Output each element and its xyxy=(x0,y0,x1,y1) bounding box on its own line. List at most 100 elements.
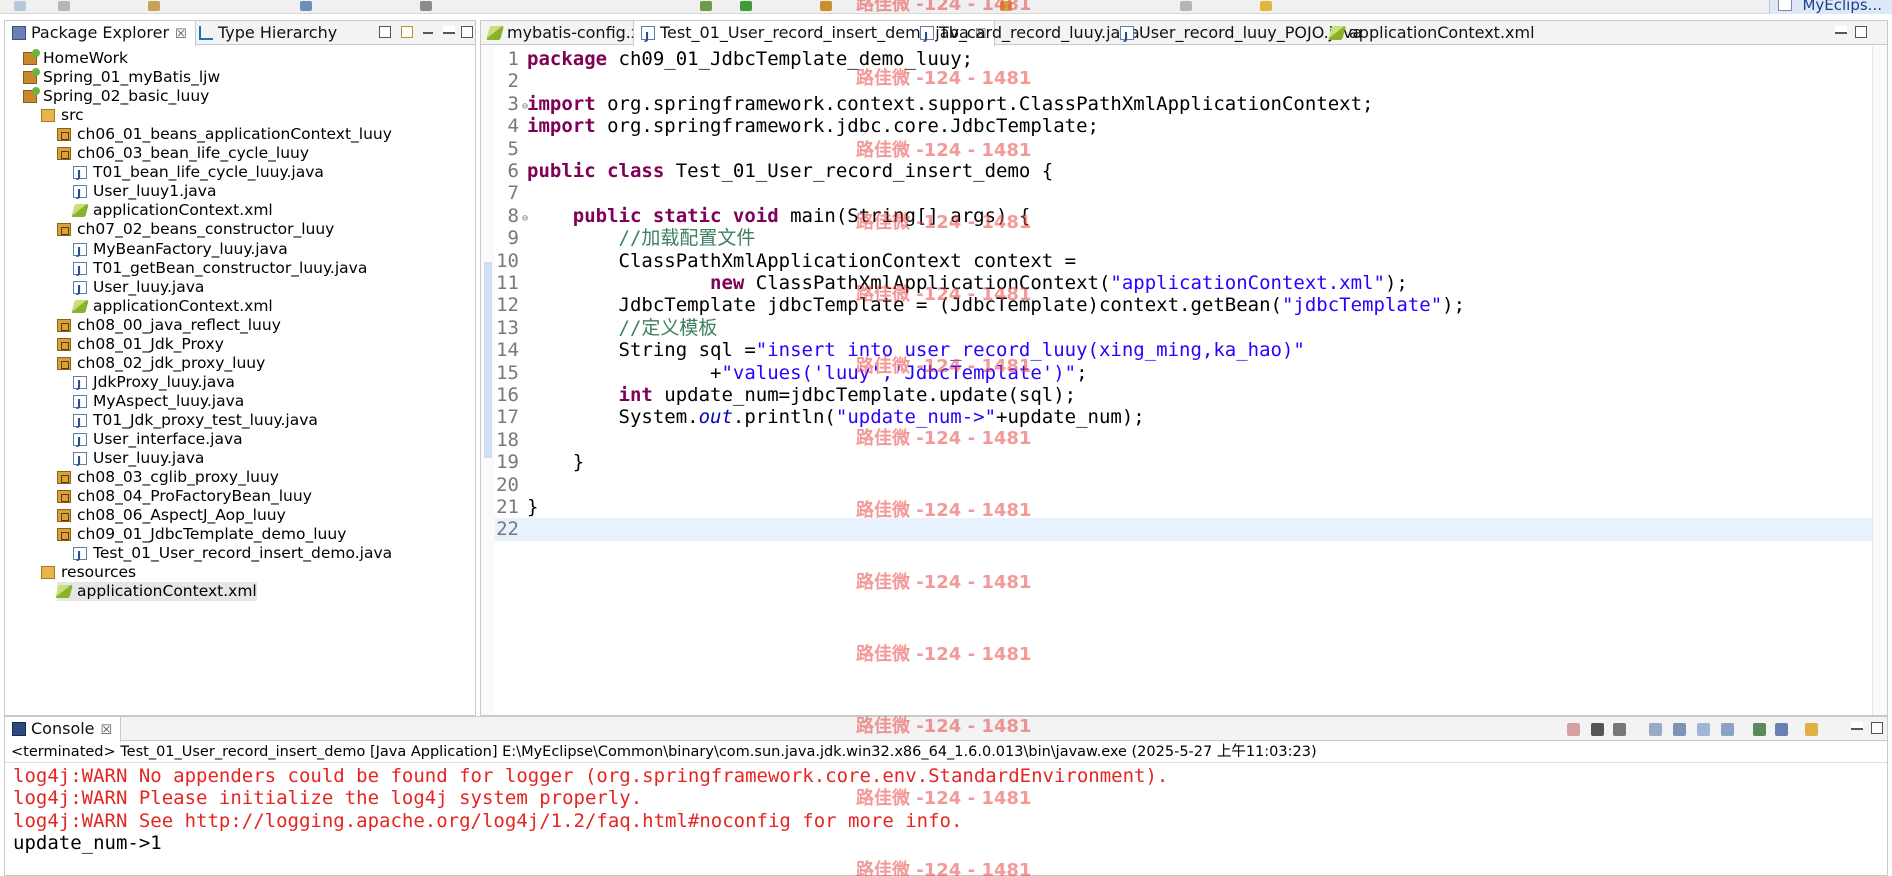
collapse-all-icon[interactable] xyxy=(379,26,391,38)
tree-item[interactable]: ch08_04_ProFactoryBean_luuy xyxy=(57,487,312,506)
code-line[interactable]: 17 System.out.println("update_num->"+upd… xyxy=(495,406,1887,428)
tree-item[interactable]: T01_bean_life_cycle_luuy.java xyxy=(73,163,324,184)
toolbar-icon[interactable] xyxy=(300,1,312,11)
code-token: "insert into user_record_luuy(xing_ming,… xyxy=(755,339,1305,362)
maximize-icon[interactable] xyxy=(461,26,473,38)
tree-item[interactable]: ch08_00_java_reflect_luuy xyxy=(57,316,281,335)
tree-item[interactable]: Spring_02_basic_luuy xyxy=(23,87,209,106)
code-line[interactable]: 8 ⊖ public static void main(String[] args… xyxy=(495,205,1887,227)
tree-item[interactable]: ch06_01_beans_applicationContext_luuy xyxy=(57,125,392,144)
save-icon[interactable] xyxy=(58,1,70,11)
code-line[interactable]: 7 xyxy=(495,182,1887,204)
tree-item[interactable]: JdkProxy_luuy.java xyxy=(73,373,235,394)
code-line[interactable]: 12 JdbcTemplate jdbcTemplate = (JdbcTemp… xyxy=(495,294,1887,316)
code-line[interactable]: 19 } xyxy=(495,451,1887,473)
scroll-lock-icon[interactable] xyxy=(1673,723,1686,736)
code-line[interactable]: 18 xyxy=(495,429,1887,451)
open-console-icon[interactable] xyxy=(1805,723,1818,736)
editor-scrollbar[interactable] xyxy=(1872,46,1887,715)
run-icon[interactable] xyxy=(740,1,752,11)
code-line[interactable]: 3 ⊖ import org.springframework.context.sup… xyxy=(495,93,1887,115)
tree-item[interactable]: applicationContext.xml xyxy=(71,201,273,220)
tab-type-hierarchy[interactable]: Type Hierarchy xyxy=(192,21,345,45)
search-icon[interactable] xyxy=(1000,1,1012,11)
tree-item[interactable]: applicationContext.xml xyxy=(55,582,257,602)
code-editor[interactable]: 1 package ch09_01_JdbcTemplate_demo_luuy;… xyxy=(481,46,1887,715)
tree-item[interactable]: resources xyxy=(41,563,136,582)
tree-item[interactable]: User_luuy.java xyxy=(73,449,204,470)
show-when-stdout-icon[interactable] xyxy=(1721,723,1734,736)
tab-package-explorer[interactable]: Package Explorer ☒ xyxy=(5,21,196,47)
tree-item[interactable]: ch08_03_cglib_proxy_luuy xyxy=(57,468,279,487)
package-icon xyxy=(57,471,71,485)
code-line[interactable]: 14 String sql ="insert into user_record_… xyxy=(495,339,1887,361)
new-icon[interactable] xyxy=(14,1,26,11)
toolbar-icon[interactable] xyxy=(420,1,432,11)
tab-console[interactable]: Console ☒ xyxy=(5,717,122,743)
display-console-icon[interactable] xyxy=(1775,723,1788,736)
perspective-switcher[interactable]: MyEclips... xyxy=(1769,0,1892,14)
xml-file-icon xyxy=(71,299,89,313)
code-line[interactable]: 21} xyxy=(495,496,1887,518)
tree-item[interactable]: T01_getBean_constructor_luuy.java xyxy=(73,259,367,280)
tree-item[interactable]: MyBeanFactory_luuy.java xyxy=(73,240,288,261)
tree-item[interactable]: ch09_01_JdbcTemplate_demo_luuy xyxy=(57,525,346,544)
tree-item[interactable]: ch06_03_bean_life_cycle_luuy xyxy=(57,144,309,163)
tree-item-label: User_luuy.java xyxy=(93,277,205,296)
tree-item[interactable]: T01_Jdk_proxy_test_luuy.java xyxy=(73,411,318,432)
code-line[interactable]: 15 +"values('luuy','JdbcTemplate')"; xyxy=(495,362,1887,384)
code-line[interactable]: 1 package ch09_01_JdbcTemplate_demo_luuy; xyxy=(495,48,1887,70)
tree-item[interactable]: User_luuy.java xyxy=(73,277,205,299)
remove-all-launches-icon[interactable] xyxy=(1613,723,1626,736)
tree-item[interactable]: ch08_06_AspectJ_Aop_luuy xyxy=(57,506,286,525)
remove-launch-icon[interactable] xyxy=(1591,723,1604,736)
code-line[interactable]: 6 public class Test_01_User_record_insert… xyxy=(495,160,1887,182)
view-menu-icon[interactable] xyxy=(423,32,433,34)
tree-item[interactable]: User_interface.java xyxy=(73,430,243,451)
project-icon xyxy=(23,87,40,104)
pin-console-icon[interactable] xyxy=(1753,723,1766,736)
code-line[interactable]: 5 xyxy=(495,138,1887,160)
code-line[interactable]: 16 int update_num=jdbcTemplate.update(sq… xyxy=(495,384,1887,406)
toolbar-icon[interactable] xyxy=(820,1,832,11)
line-number: 2 xyxy=(507,70,519,93)
code-line[interactable]: 22 xyxy=(495,518,1887,541)
tree-item[interactable]: applicationContext.xml xyxy=(71,297,273,316)
code-line[interactable]: 10 ClassPathXmlApplicationContext contex… xyxy=(495,250,1887,272)
tree-item[interactable]: ch08_02_jdk_proxy_luuy xyxy=(57,354,265,373)
toolbar-icon[interactable] xyxy=(1260,1,1272,11)
code-line[interactable]: 9 //加载配置文件 xyxy=(495,227,1887,249)
tree-item[interactable]: ch07_02_beans_constructor_luuy xyxy=(57,220,334,239)
minimize-icon[interactable] xyxy=(1835,26,1847,34)
tree-item[interactable]: ch08_01_Jdk_Proxy xyxy=(57,335,224,354)
tree-item[interactable]: User_luuy1.java xyxy=(73,182,216,203)
toolbar-icon[interactable] xyxy=(148,1,160,11)
clear-console-icon[interactable] xyxy=(1649,723,1662,736)
code-line[interactable]: 4 import org.springframework.jdbc.core.Jd… xyxy=(495,115,1887,137)
toolbar-icon[interactable] xyxy=(1180,1,1192,11)
code-line[interactable]: 2 xyxy=(495,70,1887,92)
tree-item[interactable]: src xyxy=(41,106,84,125)
tree-item[interactable]: HomeWork xyxy=(23,49,128,68)
console-output[interactable]: log4j:WARN No appenders could be found f… xyxy=(5,764,1887,875)
link-with-editor-icon[interactable] xyxy=(401,26,413,38)
debug-icon[interactable] xyxy=(700,1,712,11)
tree-item[interactable]: Spring_01_myBatis_ljw xyxy=(23,68,220,87)
code-line[interactable]: 13 //定义模板 xyxy=(495,317,1887,339)
word-wrap-icon[interactable] xyxy=(1697,723,1710,736)
java-file-icon xyxy=(641,25,655,49)
tree-item[interactable]: Test_01_User_record_insert_demo.java xyxy=(73,544,392,565)
terminate-icon[interactable] xyxy=(1567,723,1580,736)
line-number: 7 xyxy=(507,182,519,205)
minimize-icon[interactable] xyxy=(443,26,455,34)
editor-tab[interactable]: applicationContext.xml xyxy=(1323,21,1543,45)
minimize-icon[interactable] xyxy=(1851,722,1863,730)
maximize-icon[interactable] xyxy=(1871,722,1883,734)
close-icon[interactable]: ☒ xyxy=(175,23,187,47)
tree-item[interactable]: MyAspect_luuy.java xyxy=(73,392,244,413)
code-line[interactable]: 11 new ClassPathXmlApplicationContext("a… xyxy=(495,272,1887,294)
code-line[interactable]: 20 xyxy=(495,474,1887,496)
close-icon[interactable]: ☒ xyxy=(101,719,113,743)
maximize-icon[interactable] xyxy=(1855,26,1867,38)
